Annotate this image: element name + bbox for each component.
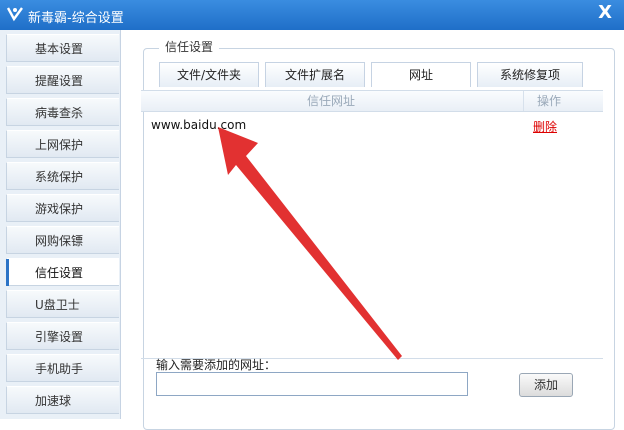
sidebar-item-usb-guard[interactable]: U盘卫士 [6,290,119,318]
tab-urls[interactable]: 网址 [371,62,471,87]
title-bar: 新毒霸-综合设置 X [0,0,624,30]
column-header-url: 信任网址 [306,94,355,108]
sidebar-item-trust-settings[interactable]: 信任设置 [6,258,119,286]
url-input-label: 输入需要添加的网址： [156,358,277,372]
sidebar-item-engine-settings[interactable]: 引擎设置 [6,322,119,350]
main-content: 信任设置 文件/文件夹 文件扩展名 网址 系统修复项 信任网址 操作 www.b… [121,30,624,430]
window-title: 新毒霸-综合设置 [28,11,124,26]
delete-link[interactable]: 删除 [533,118,557,135]
trusted-url: www.baidu.com [151,118,247,132]
sidebar-item-system-protection[interactable]: 系统保护 [6,162,119,190]
tab-system-repair[interactable]: 系统修复项 [477,62,583,87]
add-button[interactable]: 添加 [519,373,573,397]
table-header: 信任网址 操作 [141,90,603,112]
close-icon[interactable]: X [598,2,612,23]
sidebar-item-basic[interactable]: 基本设置 [6,34,119,62]
sidebar-item-reminder[interactable]: 提醒设置 [6,66,119,94]
sidebar-item-game-protection[interactable]: 游戏保护 [6,194,119,222]
tab-file-extensions[interactable]: 文件扩展名 [265,62,365,87]
duba-logo-icon [6,7,23,22]
sidebar-item-shopping-guard[interactable]: 网购保镖 [6,226,119,254]
column-header-action: 操作 [523,91,574,111]
url-input[interactable] [156,372,468,396]
sidebar-item-virus-scan[interactable]: 病毒查杀 [6,98,119,126]
settings-window: 新毒霸-综合设置 X 基本设置 提醒设置 病毒查杀 上网保护 系统保护 游戏保护… [0,0,624,430]
sidebar-item-web-protection[interactable]: 上网保护 [6,130,119,158]
sidebar-item-phone-assistant[interactable]: 手机助手 [6,354,119,382]
tab-files-folders[interactable]: 文件/文件夹 [159,62,259,87]
table-row: www.baidu.com 删除 [141,116,603,138]
sidebar: 基本设置 提醒设置 病毒查杀 上网保护 系统保护 游戏保护 网购保镖 信任设置 … [0,30,121,419]
group-title: 信任设置 [159,38,220,55]
sidebar-item-speed-ball[interactable]: 加速球 [6,386,119,414]
